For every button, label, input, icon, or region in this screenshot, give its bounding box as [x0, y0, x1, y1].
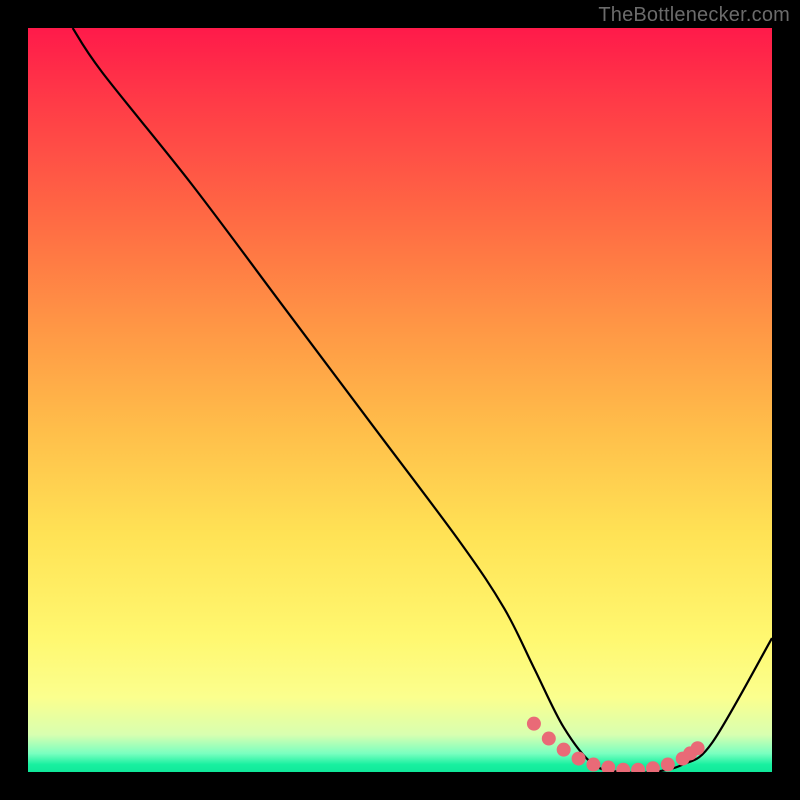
- chart-frame: TheBottlenecker.com: [0, 0, 800, 800]
- marker-dot: [646, 761, 660, 772]
- attribution-watermark: TheBottlenecker.com: [598, 4, 790, 27]
- marker-dot: [616, 763, 630, 772]
- marker-dot: [527, 717, 541, 731]
- marker-dot: [631, 763, 645, 772]
- marker-dot: [557, 743, 571, 757]
- bottleneck-curve-line: [73, 28, 772, 772]
- bottleneck-chart: [28, 28, 772, 772]
- marker-dot: [586, 758, 600, 772]
- plot-area: [28, 28, 772, 772]
- optimal-range-markers: [527, 717, 705, 772]
- marker-dot: [691, 741, 705, 755]
- marker-dot: [601, 761, 615, 772]
- marker-dot: [542, 732, 556, 746]
- marker-dot: [661, 758, 675, 772]
- marker-dot: [572, 752, 586, 766]
